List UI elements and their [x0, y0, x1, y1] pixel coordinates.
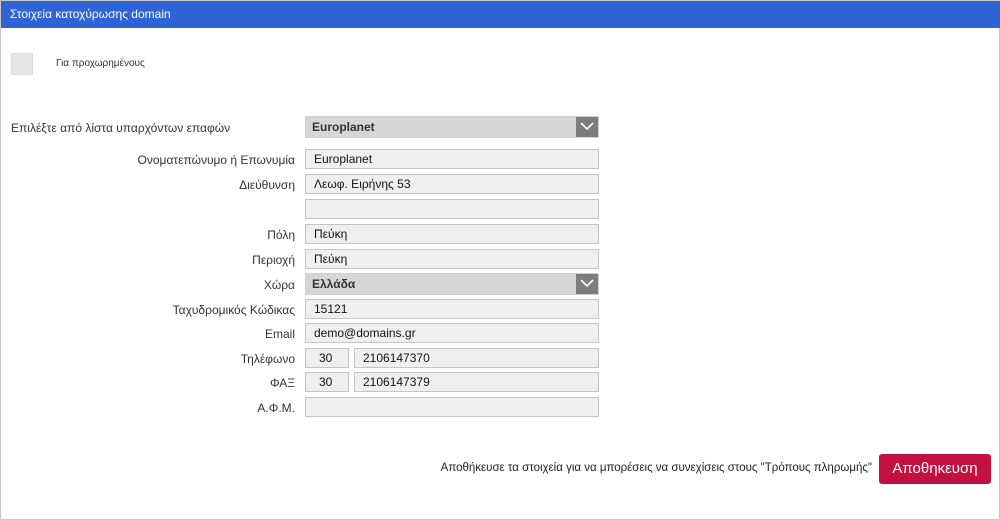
- country-select-value: Ελλάδα: [312, 277, 356, 291]
- contact-select-label: Επιλέξτε από λίστα υπαρχόντων επαφών: [11, 121, 231, 135]
- address-line2-field[interactable]: [305, 199, 599, 219]
- vat-field[interactable]: [305, 397, 599, 417]
- fax-number-field[interactable]: 2106147379: [354, 372, 599, 392]
- name-field[interactable]: Europlanet: [305, 149, 599, 169]
- address-label: Διεύθυνση: [239, 178, 295, 192]
- postal-label: Ταχυδρομικός Κώδικας: [172, 303, 295, 317]
- email-field[interactable]: demo@domains.gr: [305, 323, 599, 343]
- save-button[interactable]: Αποθηκευση: [879, 454, 991, 484]
- phone-number-field[interactable]: 2106147370: [354, 348, 599, 368]
- country-label: Χώρα: [263, 278, 295, 292]
- name-label: Ονοματεπώνυμο ή Επωνυμία: [137, 153, 295, 167]
- email-label: Email: [264, 327, 295, 341]
- registration-panel: Στοιχεία κατοχύρωσης domain Για προχωρημ…: [0, 0, 1000, 520]
- advanced-checkbox[interactable]: [11, 53, 33, 75]
- postal-field[interactable]: 15121: [305, 299, 599, 319]
- country-select[interactable]: Ελλάδα: [305, 273, 599, 295]
- city-label: Πόλη: [267, 228, 295, 242]
- fax-code-field[interactable]: 30: [305, 372, 349, 392]
- vat-label: Α.Φ.Μ.: [257, 401, 295, 415]
- panel-title: Στοιχεία κατοχύρωσης domain: [1, 1, 1000, 28]
- fax-label: ΦΑΞ: [269, 376, 295, 390]
- phone-label: Τηλέφωνο: [240, 352, 295, 366]
- chevron-down-icon[interactable]: [576, 117, 598, 137]
- region-label: Περιοχή: [252, 253, 295, 267]
- region-field[interactable]: Πεύκη: [305, 249, 599, 269]
- phone-code-field[interactable]: 30: [305, 348, 349, 368]
- save-hint: Αποθήκευσε τα στοιχεία για να μπορέσεις …: [440, 462, 872, 474]
- address-field[interactable]: Λεωφ. Ειρήνης 53: [305, 174, 599, 194]
- contact-select-value: Europlanet: [312, 120, 375, 134]
- advanced-label: Για προχωρημένους: [56, 58, 145, 69]
- contact-select[interactable]: Europlanet: [305, 116, 599, 138]
- chevron-down-icon[interactable]: [576, 274, 598, 294]
- city-field[interactable]: Πεύκη: [305, 224, 599, 244]
